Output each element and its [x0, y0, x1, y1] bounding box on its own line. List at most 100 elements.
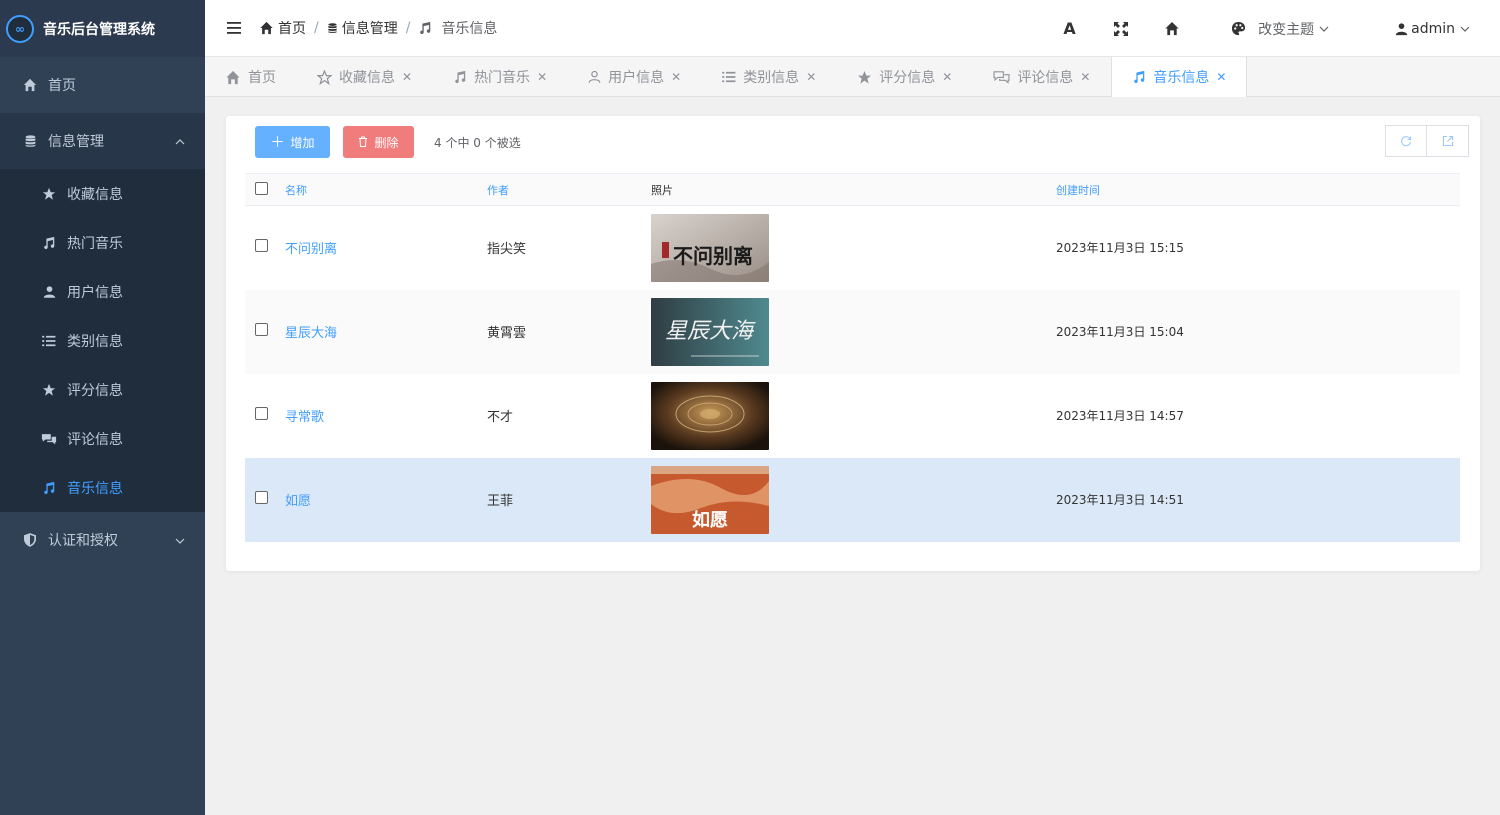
row-checkbox[interactable]	[255, 239, 268, 253]
home-icon	[22, 77, 38, 93]
tab-users[interactable]: 用户信息 ✕	[568, 57, 702, 97]
font-size-icon[interactable]: A	[1044, 19, 1095, 38]
star-icon	[41, 186, 57, 202]
table-row[interactable]: 不问别离 指尖笑 不问别离 2023年11月3日 15:15	[245, 205, 1460, 290]
cover-image[interactable]: 星辰大海	[651, 297, 769, 366]
tab-ratings[interactable]: 评分信息 ✕	[837, 57, 973, 97]
breadcrumb-current: 音乐信息	[418, 18, 497, 38]
theme-switcher[interactable]: 改变主题	[1231, 19, 1341, 39]
home-icon[interactable]	[1146, 21, 1197, 36]
tab-favorites[interactable]: 收藏信息 ✕	[297, 57, 433, 97]
star-icon	[858, 70, 872, 84]
breadcrumb-separator: /	[314, 20, 319, 36]
music-icon	[420, 21, 431, 35]
sidebar-item-categories[interactable]: 类别信息	[0, 316, 205, 365]
close-icon[interactable]: ✕	[1080, 70, 1090, 84]
row-checkbox[interactable]	[255, 323, 268, 336]
cover-title: 不问别离	[673, 244, 753, 268]
breadcrumb-info[interactable]: 信息管理	[327, 18, 398, 38]
star-outline-icon	[317, 69, 332, 85]
sidebar-item-music-info[interactable]: 音乐信息	[0, 463, 205, 512]
export-button[interactable]	[1427, 125, 1469, 157]
sidebar-item-label: 评分信息	[67, 382, 123, 399]
refresh-icon	[1401, 136, 1412, 147]
sidebar-item-label: 类别信息	[67, 333, 123, 350]
hamburger-icon[interactable]	[227, 22, 247, 34]
tab-home[interactable]: 首页	[205, 57, 297, 97]
brand[interactable]: ∞ 音乐后台管理系统	[0, 0, 205, 57]
tab-hot-music[interactable]: 热门音乐 ✕	[433, 57, 568, 97]
table-row[interactable]: 寻常歌 不才 2023年11月3日 14:57	[245, 373, 1460, 458]
music-author: 指尖笑	[487, 205, 651, 290]
cover-title: 如愿	[692, 509, 728, 531]
selection-count: 4 个中 0 个被选	[434, 135, 521, 150]
add-button[interactable]: ＋ 增加	[255, 126, 330, 158]
sidebar-group-label: 认证和授权	[48, 533, 118, 549]
row-checkbox[interactable]	[255, 407, 268, 420]
user-icon	[41, 284, 57, 300]
column-header-name[interactable]: 名称	[285, 173, 487, 206]
sidebar-item-hot-music[interactable]: 热门音乐	[0, 218, 205, 267]
comments-icon	[993, 71, 1010, 84]
close-icon[interactable]: ✕	[537, 70, 547, 84]
table-row[interactable]: 如愿 王菲 如愿 2023年11月3日 14:51	[245, 457, 1460, 542]
refresh-button[interactable]	[1385, 125, 1427, 157]
sidebar-item-label: 首页	[48, 78, 76, 94]
created-time: 2023年11月3日 15:15	[1056, 241, 1184, 256]
export-icon	[1442, 135, 1453, 147]
tab-categories[interactable]: 类别信息 ✕	[702, 57, 837, 97]
column-header-author[interactable]: 作者	[487, 173, 651, 206]
sidebar-item-users[interactable]: 用户信息	[0, 267, 205, 316]
breadcrumb-home[interactable]: 首页	[259, 18, 306, 38]
sidebar: ∞ 音乐后台管理系统 首页 信息管理 收藏信息 热门音乐 用户信息 类别信息 评…	[0, 0, 205, 815]
music-icon	[41, 235, 57, 251]
sidebar-group-info[interactable]: 信息管理	[0, 113, 205, 169]
delete-button[interactable]: 删除	[343, 126, 414, 158]
tab-comments[interactable]: 评论信息 ✕	[973, 57, 1111, 97]
music-name-link[interactable]: 如愿	[285, 494, 311, 509]
sidebar-item-favorites[interactable]: 收藏信息	[0, 169, 205, 218]
delete-button-label: 删除	[374, 135, 399, 150]
close-icon[interactable]: ✕	[1216, 70, 1226, 84]
breadcrumb-label: 音乐信息	[441, 21, 498, 37]
cover-image[interactable]: 如愿	[651, 465, 769, 534]
table-row[interactable]: 星辰大海 黄霄雲 星辰大海 2023年11月3日 15:04	[245, 289, 1460, 374]
music-name-link[interactable]: 寻常歌	[285, 410, 324, 425]
database-icon	[22, 133, 38, 149]
row-checkbox[interactable]	[255, 491, 268, 504]
list-icon	[722, 71, 736, 83]
sidebar-item-home[interactable]: 首页	[0, 57, 205, 113]
fullscreen-icon[interactable]	[1095, 21, 1146, 36]
sidebar-item-comments[interactable]: 评论信息	[0, 414, 205, 463]
plus-icon: ＋	[270, 134, 285, 150]
tab-label: 用户信息	[608, 70, 665, 86]
content-card: ＋ 增加 删除 4 个中 0 个被选 名称 作者 照片 创建时间 不问别离 指尖…	[226, 116, 1480, 571]
close-icon[interactable]: ✕	[942, 70, 952, 84]
cover-image[interactable]: 不问别离	[651, 213, 769, 282]
cover-title: 星辰大海	[665, 319, 756, 344]
music-author: 不才	[487, 373, 651, 458]
star-icon	[41, 382, 57, 398]
tab-label: 热门音乐	[474, 70, 531, 86]
user-menu[interactable]: admin	[1395, 21, 1470, 37]
music-name-link[interactable]: 不问别离	[285, 242, 337, 257]
music-name-link[interactable]: 星辰大海	[285, 326, 337, 341]
database-icon	[328, 23, 337, 33]
tab-label: 评分信息	[879, 70, 936, 86]
sidebar-group-auth[interactable]: 认证和授权	[0, 512, 205, 568]
close-icon[interactable]: ✕	[806, 70, 816, 84]
tab-label: 收藏信息	[339, 70, 395, 86]
column-header-created[interactable]: 创建时间	[1056, 173, 1460, 206]
music-table: 名称 作者 照片 创建时间 不问别离 指尖笑 不问别离 2023年11月3日 1…	[245, 173, 1460, 542]
breadcrumb: 首页 / 信息管理 / 音乐信息	[259, 18, 497, 38]
close-icon[interactable]: ✕	[402, 70, 412, 84]
cover-image[interactable]	[651, 381, 769, 450]
top-header: 首页 / 信息管理 / 音乐信息 A 改变主题 admin	[205, 0, 1500, 57]
list-icon	[41, 333, 57, 349]
chevron-down-icon	[175, 532, 185, 548]
sidebar-item-ratings[interactable]: 评分信息	[0, 365, 205, 414]
tab-music-info[interactable]: 音乐信息 ✕	[1111, 57, 1248, 97]
select-all-checkbox[interactable]	[255, 181, 268, 195]
close-icon[interactable]: ✕	[671, 70, 681, 84]
sidebar-item-label: 热门音乐	[67, 235, 123, 252]
